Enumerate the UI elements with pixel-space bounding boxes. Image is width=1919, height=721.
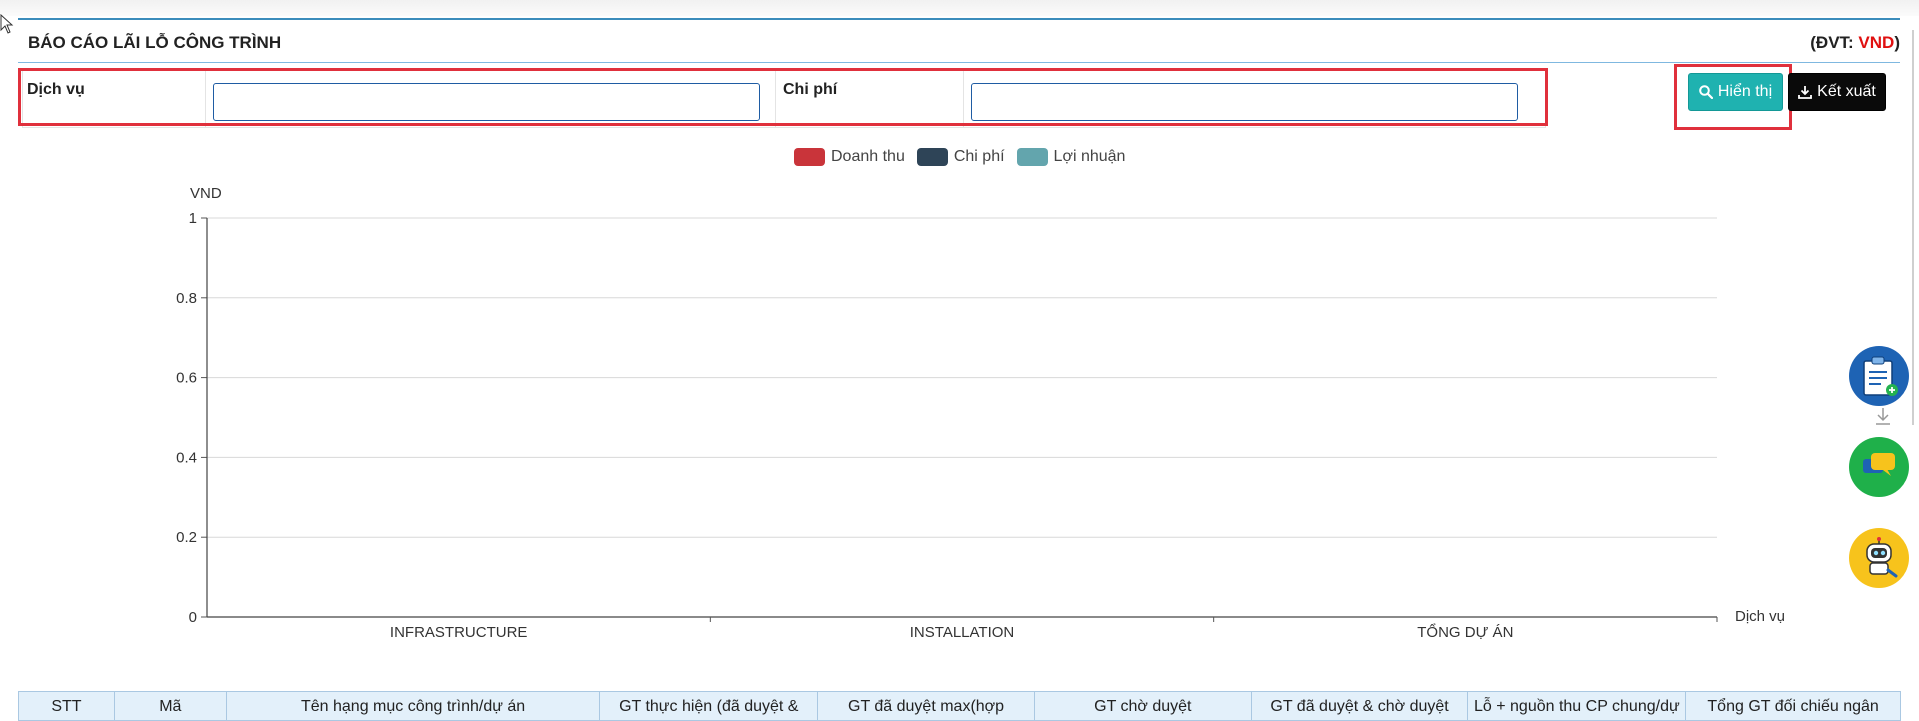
legend-label: Doanh thu [831,148,905,165]
download-arrow-icon [1876,408,1890,425]
search-icon [1699,85,1713,99]
table-header-cell: Mã [115,692,227,720]
x-tick-label: INSTALLATION [910,624,1014,641]
clipboard-icon [1863,356,1898,396]
y-tick-label: 0.6 [176,370,197,387]
legend-item-revenue[interactable]: Doanh thu [794,148,905,166]
robot-icon [1866,537,1898,578]
show-button[interactable]: Hiển thị [1688,73,1783,111]
x-axis-label: Dịch vụ [1735,608,1785,625]
chat-icon [1863,453,1895,476]
bot-float-button[interactable] [1849,528,1909,588]
unit-suffix: ) [1894,33,1900,52]
x-tick-label: INFRASTRUCTURE [390,624,528,641]
filter-highlight-box [18,68,1548,126]
unit-prefix: (ĐVT: [1810,33,1859,52]
currency-unit: (ĐVT: VND) [1810,33,1900,53]
chart-legend: Doanh thu Chi phí Lợi nhuận [794,148,1125,166]
x-tick-label: TỔNG DỰ ÁN [1417,623,1513,641]
page-scrollbar[interactable] [1912,30,1914,425]
export-button[interactable]: Kết xuất [1788,73,1886,111]
chat-float-button[interactable] [1849,437,1909,497]
table-header-cell: STT [19,692,115,720]
table-header-cell: Lỗ + nguồn thu CP chung/dự [1468,692,1687,720]
legend-swatch [794,148,825,166]
download-icon [1798,86,1813,99]
page-top-bar [0,0,1919,16]
y-tick-label: 0.2 [176,529,197,546]
table-header-cell: GT thực hiện (đã duyệt & [600,692,819,720]
y-tick-label: 0.4 [176,449,197,466]
profit-loss-chart: 0 0.2 0.4 0.6 0.8 1 VND Dịch vụ INFRASTRUCTURE IN… [176,185,1785,641]
mouse-cursor-icon [0,14,14,34]
table-header-cell: Tên hạng mục công trình/dự án [227,692,601,720]
y-tick-label: 0.8 [176,290,197,307]
table-header-cell: GT chờ duyệt [1035,692,1252,720]
legend-label: Lợi nhuận [1053,148,1126,165]
legend-item-cost[interactable]: Chi phí [916,148,1005,166]
legend-swatch [1016,148,1048,166]
table-header-cell: GT đã duyệt max(hợp [818,692,1035,720]
y-axis-label: VND [190,185,222,202]
legend-swatch [916,148,948,166]
report-table-header: STT Mã Tên hạng mục công trình/dự án GT … [18,691,1901,721]
y-tick-label: 1 [189,210,197,227]
panel-divider [18,62,1900,63]
legend-label: Chi phí [953,148,1005,165]
legend-item-profit[interactable]: Lợi nhuận [1016,148,1126,166]
unit-value: VND [1858,33,1895,52]
clipboard-float-button[interactable] [1849,346,1909,406]
show-button-label: Hiển thị [1717,83,1773,100]
export-button-label: Kết xuất [1817,83,1876,100]
table-header-cell: GT đã duyệt & chờ duyệt [1252,692,1469,720]
table-header-cell: Tổng GT đối chiếu ngân [1707,698,1879,715]
y-tick-label: 0 [189,609,197,626]
page-title: BÁO CÁO LÃI LỖ CÔNG TRÌNH [28,33,282,52]
